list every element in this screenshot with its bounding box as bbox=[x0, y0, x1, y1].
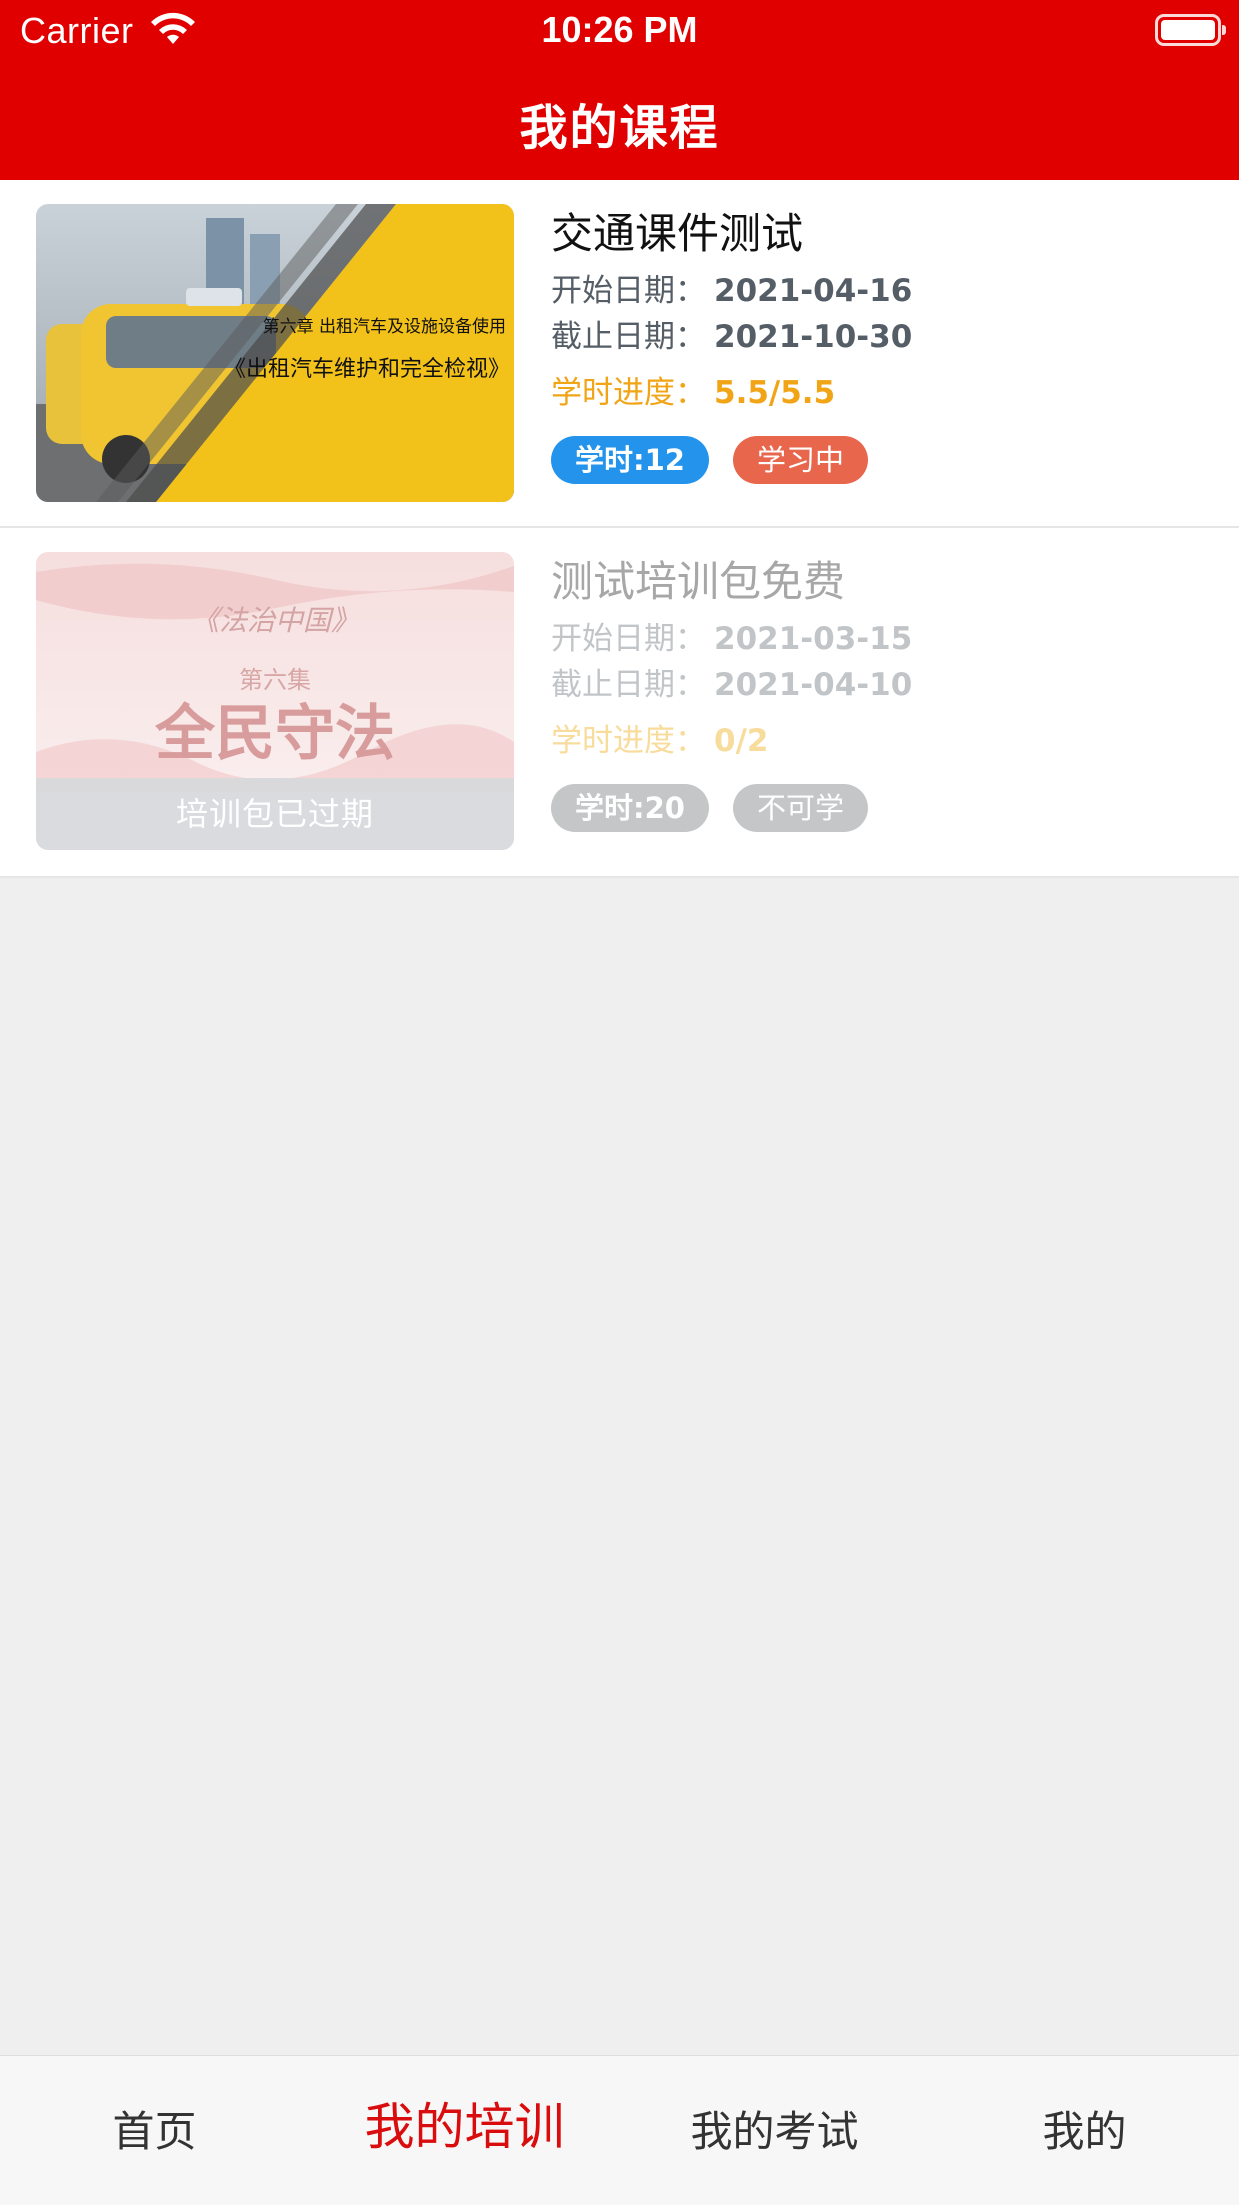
cover-title-text: 《出租汽车维护和完全检视》 bbox=[224, 357, 510, 382]
bottom-tab-bar: 首页 我的培训 我的考试 我的 bbox=[0, 2055, 1239, 2205]
course-thumbnail: 第六章 出租汽车及设施设备使用 《出租汽车维护和完全检视》 bbox=[36, 204, 514, 502]
cover-headline-text: 全民守法 bbox=[154, 699, 395, 769]
status-bar: Carrier 10:26 PM bbox=[0, 0, 1239, 62]
end-date-row: 截止日期： 2021-10-30 bbox=[551, 316, 1219, 358]
battery-icon bbox=[1155, 14, 1226, 46]
progress-value: 5.5/5.5 bbox=[714, 375, 836, 411]
course-info: 交通课件测试 开始日期： 2021-04-16 截止日期： 2021-10-30 学… bbox=[551, 204, 1219, 484]
app-screen: Carrier 10:26 PM 我的课程 第六章 出租汽车及设施设备使用 《出… bbox=[0, 0, 1239, 2205]
tab-home[interactable]: 首页 bbox=[0, 2104, 309, 2160]
course-card-traffic[interactable]: 第六章 出租汽车及设施设备使用 《出租汽车维护和完全检视》 交通课件测试 开始日… bbox=[0, 180, 1239, 528]
status-badge: 不可学 bbox=[732, 784, 868, 832]
start-date-value: 2021-04-16 bbox=[714, 273, 913, 309]
hours-badge: 学时:12 bbox=[551, 436, 709, 484]
end-date-label: 截止日期： bbox=[551, 319, 706, 355]
cover-series-text: 《法治中国》 bbox=[191, 604, 359, 637]
start-date-label: 开始日期： bbox=[551, 273, 706, 309]
course-list: 第六章 出租汽车及设施设备使用 《出租汽车维护和完全检视》 交通课件测试 开始日… bbox=[0, 180, 1239, 878]
course-tags: 学时:12 学习中 bbox=[551, 436, 1219, 484]
course-card-free-package[interactable]: 《法治中国》 第六集 全民守法 培训包已过期 测试培训包免费 开始日期： 2021… bbox=[0, 528, 1239, 878]
progress-label: 学时进度： bbox=[551, 375, 706, 411]
end-date-label: 截止日期： bbox=[551, 667, 706, 703]
course-info: 测试培训包免费 开始日期： 2021-03-15 截止日期： 2021-04-10 … bbox=[551, 552, 1219, 832]
tab-my-training[interactable]: 我的培训 bbox=[310, 2099, 619, 2155]
hours-badge: 学时:20 bbox=[551, 784, 709, 832]
cover-episode-text: 第六集 bbox=[239, 666, 311, 694]
start-date-value: 2021-03-15 bbox=[714, 621, 913, 657]
status-badge: 学习中 bbox=[732, 436, 868, 484]
progress-row: 学时进度： 5.5/5.5 bbox=[551, 370, 1219, 416]
start-date-row: 开始日期： 2021-04-16 bbox=[551, 270, 1219, 312]
expired-overlay: 培训包已过期 bbox=[36, 778, 514, 850]
end-date-value: 2021-04-10 bbox=[714, 667, 913, 703]
taxi-cover-image: 第六章 出租汽车及设施设备使用 《出租汽车维护和完全检视》 bbox=[36, 204, 514, 502]
progress-row: 学时进度： 0/2 bbox=[551, 718, 1219, 764]
tab-my-exams[interactable]: 我的考试 bbox=[620, 2104, 929, 2160]
page-title: 我的课程 bbox=[519, 100, 720, 156]
progress-value: 0/2 bbox=[714, 723, 769, 759]
cover-chapter-text: 第六章 出租汽车及设施设备使用 bbox=[263, 316, 506, 337]
course-thumbnail: 《法治中国》 第六集 全民守法 培训包已过期 bbox=[36, 552, 514, 850]
course-tags: 学时:20 不可学 bbox=[551, 784, 1219, 832]
end-date-value: 2021-10-30 bbox=[714, 319, 913, 355]
course-title: 测试培训包免费 bbox=[551, 557, 846, 606]
course-title: 交通课件测试 bbox=[551, 209, 804, 258]
progress-label: 学时进度： bbox=[551, 723, 706, 759]
start-date-row: 开始日期： 2021-03-15 bbox=[551, 618, 1219, 660]
header-bar: Carrier 10:26 PM 我的课程 bbox=[0, 0, 1239, 180]
end-date-row: 截止日期： 2021-04-10 bbox=[551, 664, 1219, 706]
start-date-label: 开始日期： bbox=[551, 621, 706, 657]
clock-time: 10:26 PM bbox=[541, 9, 698, 50]
tab-me[interactable]: 我的 bbox=[930, 2104, 1239, 2160]
